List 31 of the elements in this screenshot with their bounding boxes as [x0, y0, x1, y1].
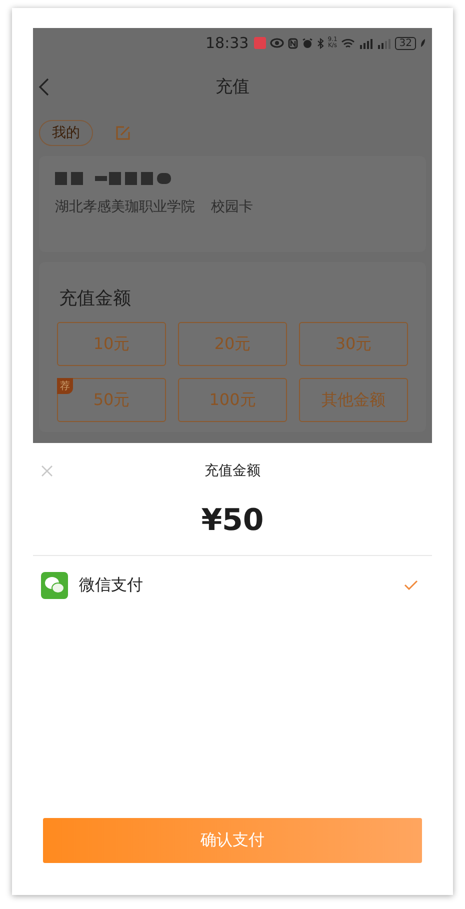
- amount-option[interactable]: 20元: [178, 322, 287, 366]
- signal-icon: [359, 38, 374, 48]
- status-time: 18:33: [205, 34, 249, 52]
- tag[interactable]: 我的: [39, 120, 93, 146]
- wifi-icon: [341, 38, 356, 48]
- eye-icon: [270, 38, 284, 48]
- edit-icon[interactable]: [115, 125, 131, 141]
- leaf-icon: [420, 38, 426, 48]
- battery-indicator: 32: [395, 36, 416, 50]
- school-name: 湖北孝感美珈职业学院: [55, 198, 195, 216]
- back-icon[interactable]: [38, 78, 50, 96]
- payment-method[interactable]: 微信支付: [79, 574, 404, 596]
- signal-icon: [377, 38, 392, 48]
- sheet-title: 充值金额: [204, 462, 260, 480]
- section-title: 充值金额: [59, 287, 132, 310]
- amount-option[interactable]: 其他金额: [299, 378, 408, 422]
- alarm-icon: [302, 38, 313, 48]
- amount-option[interactable]: 100元: [178, 378, 287, 422]
- recommend-badge: 荐: [57, 378, 73, 394]
- nfc-icon: [288, 38, 298, 48]
- bluetooth-icon: [316, 38, 324, 48]
- confirm-button[interactable]: 确认支付: [43, 818, 422, 863]
- close-icon[interactable]: [41, 465, 53, 477]
- chat-bubbles-icon: [41, 572, 68, 598]
- card-type: 校园卡: [211, 198, 253, 216]
- amount-option[interactable]: 30元: [299, 322, 408, 366]
- amount-option[interactable]: 10元: [57, 322, 166, 366]
- amount-option[interactable]: 50元 荐: [57, 378, 166, 422]
- payment-amount: ¥50: [33, 499, 432, 556]
- notification-icon: [254, 37, 266, 49]
- page-title: 充值: [216, 76, 250, 98]
